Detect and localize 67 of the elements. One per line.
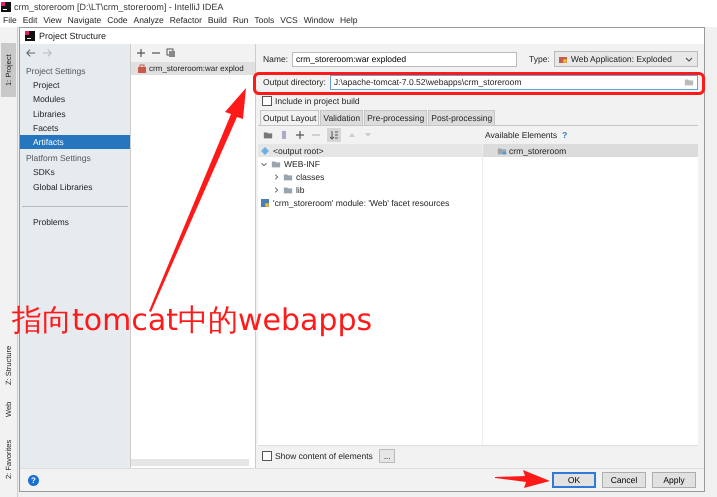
- menu-item[interactable]: VCS: [280, 15, 298, 25]
- dialog-title: Project Structure: [39, 31, 106, 41]
- menu-item[interactable]: Code: [107, 15, 128, 25]
- include-build-checkbox[interactable]: [262, 96, 272, 106]
- annotation-arrow: [495, 470, 550, 488]
- section-heading: Project Settings: [25, 65, 87, 78]
- nav-item[interactable]: Facets: [20, 120, 130, 136]
- menu-item[interactable]: Run: [232, 15, 248, 25]
- annotation-text: 指向tomcat中的webapps: [12, 302, 372, 340]
- dialog-button[interactable]: Apply: [652, 472, 696, 488]
- menu-item[interactable]: Tools: [254, 15, 274, 25]
- menu-item[interactable]: Refactor: [170, 15, 202, 25]
- tab[interactable]: Pre-processing: [364, 110, 428, 125]
- nav-item[interactable]: SDKs: [20, 165, 130, 180]
- web-app-icon: [558, 54, 568, 64]
- nav-item[interactable]: Project: [20, 78, 130, 92]
- menu-item[interactable]: Edit: [22, 15, 38, 25]
- app-logo-icon: [25, 31, 35, 41]
- name-field[interactable]: crm_storeroom:war exploded: [292, 52, 518, 66]
- artifact-item[interactable]: crm_storeroom:war explod: [131, 62, 255, 75]
- menu-item[interactable]: Analyze: [134, 15, 164, 25]
- tab[interactable]: Output Layout: [260, 110, 320, 125]
- nav-item[interactable]: Problems: [20, 215, 130, 230]
- add-icon[interactable]: [136, 48, 146, 58]
- type-dropdown[interactable]: Web Application: Exploded: [554, 51, 698, 67]
- tree-item[interactable]: <output root>: [258, 144, 482, 157]
- section-heading: Platform Settings: [25, 152, 92, 166]
- tab[interactable]: Validation: [320, 110, 364, 125]
- include-build-label: Include in project build: [275, 96, 360, 106]
- sort-icon[interactable]: [327, 128, 341, 142]
- scrollbar[interactable]: [131, 459, 249, 466]
- dialog-button[interactable]: Cancel: [602, 472, 646, 488]
- tab[interactable]: Post-processing: [428, 110, 496, 125]
- menu-item[interactable]: Help: [340, 15, 358, 25]
- output-directory-label: Output directory:: [263, 77, 326, 87]
- menu-item[interactable]: View: [43, 15, 62, 25]
- nav-item[interactable]: Modules: [20, 92, 130, 107]
- new-folder-icon[interactable]: [263, 130, 273, 140]
- tree-item[interactable]: WEB-INF: [258, 157, 482, 170]
- module-icon: [260, 198, 270, 208]
- folder-icon: [497, 146, 507, 156]
- more-button[interactable]: ...: [378, 449, 396, 463]
- nav-item[interactable]: Artifacts: [20, 135, 130, 150]
- menu-item[interactable]: File: [3, 15, 17, 25]
- back-arrow-icon[interactable]: [26, 48, 36, 58]
- help-button[interactable]: ?: [28, 474, 39, 486]
- tree-item[interactable]: classes: [258, 170, 482, 183]
- artifact-icon: [137, 64, 147, 74]
- help-link[interactable]: ?: [562, 130, 568, 140]
- dialog-button[interactable]: OK: [552, 472, 596, 488]
- output-directory-field[interactable]: J:\apache-tomcat-7.0.52\webapps\crm_storeroom: [330, 74, 698, 90]
- name-label: Name:: [263, 54, 288, 64]
- add-icon[interactable]: [295, 130, 305, 140]
- type-label: Type:: [529, 54, 550, 64]
- nav-item[interactable]: Libraries: [20, 106, 130, 121]
- menu-item[interactable]: Window: [304, 15, 334, 25]
- menu-item[interactable]: Navigate: [68, 15, 102, 25]
- nav-item[interactable]: Global Libraries: [20, 180, 130, 194]
- show-content-checkbox[interactable]: [262, 451, 272, 461]
- tree-item[interactable]: lib: [258, 183, 482, 196]
- available-element[interactable]: crm_storeroom: [483, 144, 698, 157]
- show-content-label: Show content of elements: [275, 451, 373, 461]
- available-elements-label: Available Elements: [485, 130, 558, 140]
- copy-icon[interactable]: [166, 48, 176, 58]
- window-title: crm_storeroom [D:\LT\crm_storeroom] - IntelliJ IDEA: [14, 2, 224, 12]
- menu-item[interactable]: Build: [208, 15, 227, 25]
- tree-item[interactable]: 'crm_storeroom' module: 'Web' facet resources: [258, 196, 482, 209]
